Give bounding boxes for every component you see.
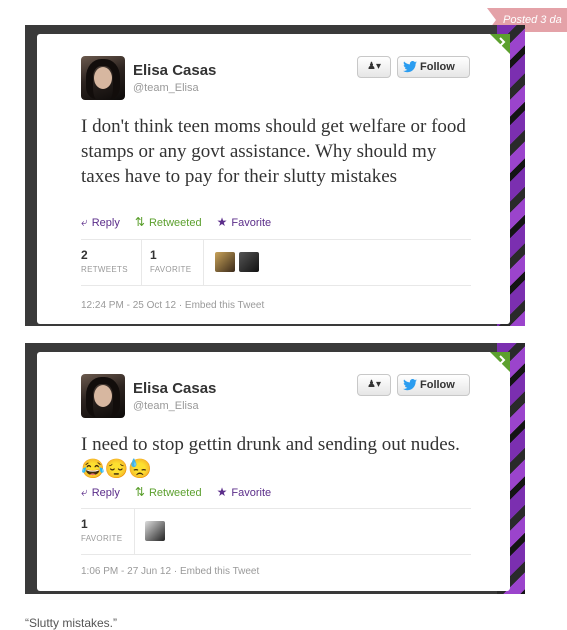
tweet-text: I don't think teen moms should get welfa… xyxy=(81,116,466,187)
star-icon: ★ xyxy=(216,215,228,229)
reply-icon: ⤶ xyxy=(81,215,88,229)
user-name[interactable]: Elisa Casas xyxy=(133,62,216,79)
user-icon: ♟▾ xyxy=(367,61,381,72)
avatar[interactable] xyxy=(81,56,125,100)
reply-action[interactable]: ⤶ Reply xyxy=(81,485,120,500)
retweet-icon: ⇅ xyxy=(134,485,145,499)
tweet-timestamp[interactable]: 1:06 PM - 27 Jun 12 · Embed this Tweet xyxy=(81,566,259,577)
retweets-stat[interactable]: 2 RETWEETS xyxy=(81,248,128,274)
stats-divider xyxy=(141,240,142,285)
favorites-count: 1 xyxy=(150,248,157,262)
user-thumbnail[interactable] xyxy=(239,252,259,272)
stats-divider xyxy=(203,240,204,285)
tweet-screenshot-2: Elisa Casas @team_Elisa ♟▾ Follow I need… xyxy=(25,343,525,594)
stats-divider xyxy=(134,509,135,554)
retweeted-action[interactable]: ⇅ Retweeted xyxy=(135,485,202,499)
user-thumbnail[interactable] xyxy=(145,521,165,541)
retweets-label: RETWEETS xyxy=(81,265,128,274)
tweet-actions: ⤶ Reply ⇅ Retweeted ★ Favorite xyxy=(81,215,283,230)
tweet-stats: 1 FAVORITE xyxy=(81,508,471,555)
star-icon: ★ xyxy=(216,485,228,499)
retweets-count: 2 xyxy=(81,248,88,262)
tweet-actions: ⤶ Reply ⇅ Retweeted ★ Favorite xyxy=(81,485,283,500)
twitter-bird-icon xyxy=(403,61,417,73)
user-dropdown-button[interactable]: ♟▾ xyxy=(357,374,391,396)
user-handle[interactable]: @team_Elisa xyxy=(133,82,199,94)
user-thumbnail[interactable] xyxy=(215,252,235,272)
tweet-card: Elisa Casas @team_Elisa ♟▾ Follow I need… xyxy=(37,352,510,591)
user-dropdown-button[interactable]: ♟▾ xyxy=(357,56,391,78)
bookmark-corner-icon xyxy=(490,34,510,54)
reply-action[interactable]: ⤶ Reply xyxy=(81,215,120,230)
retweeted-action[interactable]: ⇅ Retweeted xyxy=(135,215,202,229)
follow-label: Follow xyxy=(420,379,455,391)
tweet-timestamp[interactable]: 12:24 PM - 25 Oct 12 · Embed this Tweet xyxy=(81,300,264,311)
tweet-stats: 2 RETWEETS 1 FAVORITE xyxy=(81,239,471,286)
retweet-icon: ⇅ xyxy=(134,215,145,229)
avatar[interactable] xyxy=(81,374,125,418)
tweet-card: Elisa Casas @team_Elisa ♟▾ Follow I don'… xyxy=(37,34,510,324)
user-handle[interactable]: @team_Elisa xyxy=(133,400,199,412)
favorites-stat[interactable]: 1 FAVORITE xyxy=(150,248,191,274)
follow-button[interactable]: Follow xyxy=(397,56,470,78)
twitter-bird-icon xyxy=(403,379,417,391)
user-name[interactable]: Elisa Casas xyxy=(133,380,216,397)
reply-icon: ⤶ xyxy=(81,485,88,499)
post-caption: “Slutty mistakes.” xyxy=(25,616,118,630)
follow-label: Follow xyxy=(420,61,455,73)
favorite-action[interactable]: ★ Favorite xyxy=(217,215,272,229)
user-icon: ♟▾ xyxy=(367,379,381,390)
favorites-label: FAVORITE xyxy=(150,265,192,274)
favorite-action[interactable]: ★ Favorite xyxy=(217,485,272,499)
bookmark-corner-icon xyxy=(490,352,510,372)
follow-button[interactable]: Follow xyxy=(397,374,470,396)
tweet-screenshot-1: Elisa Casas @team_Elisa ♟▾ Follow I don'… xyxy=(25,25,525,326)
favorites-stat[interactable]: 1 FAVORITE xyxy=(81,517,122,543)
favorites-label: FAVORITE xyxy=(81,534,123,543)
tweet-text: I need to stop gettin drunk and sending … xyxy=(81,434,460,480)
favorites-count: 1 xyxy=(81,517,88,531)
